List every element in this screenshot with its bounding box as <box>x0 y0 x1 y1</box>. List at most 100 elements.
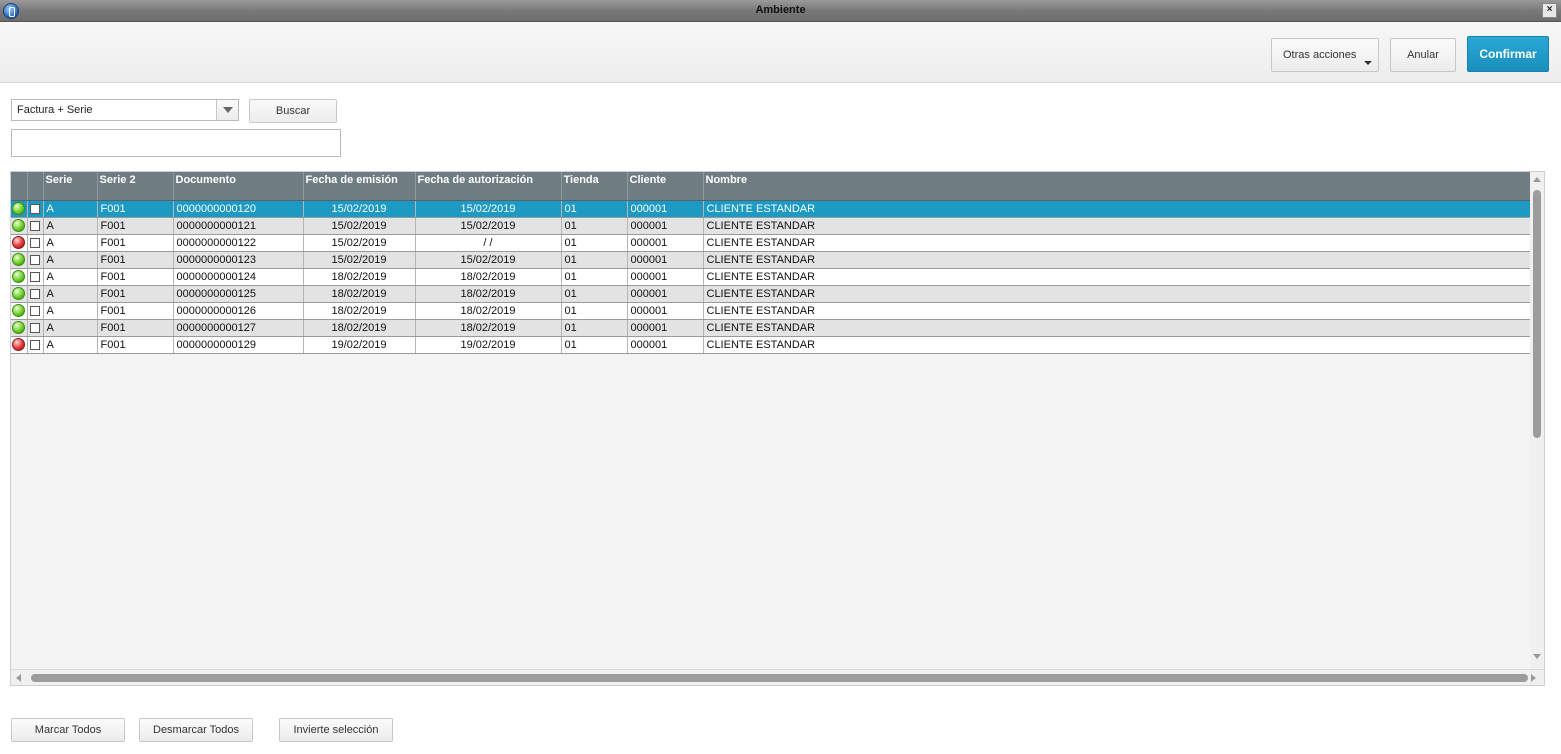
row-checkbox[interactable] <box>30 237 40 248</box>
checkbox-cell[interactable] <box>27 200 44 218</box>
cell-fecha-emision: 15/02/2019 <box>303 234 416 252</box>
cell-fecha-autorizacion: 15/02/2019 <box>415 217 562 235</box>
checkbox-cell[interactable] <box>27 302 44 320</box>
table-header-row: Serie Serie 2 Documento Fecha de emisión… <box>11 172 1531 201</box>
checkbox-cell[interactable] <box>27 285 44 303</box>
cell-cliente: 000001 <box>627 268 704 286</box>
cell-cliente: 000001 <box>627 285 704 303</box>
status-cell <box>11 251 28 269</box>
search-input[interactable] <box>11 129 341 157</box>
invert-selection-button[interactable]: Invierte selección <box>279 718 393 742</box>
column-header-documento[interactable]: Documento <box>173 172 304 201</box>
status-green-icon <box>12 321 26 334</box>
vertical-scrollbar[interactable] <box>1530 172 1544 669</box>
row-checkbox[interactable] <box>30 203 40 214</box>
checkbox-cell[interactable] <box>27 336 44 354</box>
column-header-serie[interactable]: Serie <box>43 172 98 201</box>
search-button[interactable]: Buscar <box>249 99 337 123</box>
other-actions-button[interactable]: Otras acciones <box>1271 38 1379 72</box>
cell-documento: 0000000000127 <box>173 319 304 337</box>
status-green-icon <box>12 304 26 317</box>
column-header-cliente[interactable]: Cliente <box>627 172 704 201</box>
cell-documento: 0000000000121 <box>173 217 304 235</box>
cell-serie2: F001 <box>97 302 174 320</box>
horizontal-scroll-thumb[interactable] <box>31 674 1528 682</box>
cell-serie2: F001 <box>97 251 174 269</box>
mark-all-button[interactable]: Marcar Todos <box>11 718 125 742</box>
cell-serie2: F001 <box>97 200 174 218</box>
cell-documento: 0000000000120 <box>173 200 304 218</box>
column-header-serie2[interactable]: Serie 2 <box>97 172 174 201</box>
row-checkbox[interactable] <box>30 220 40 231</box>
column-header-fecha-emision[interactable]: Fecha de emisión <box>303 172 416 201</box>
status-green-icon <box>12 287 26 300</box>
cell-nombre: CLIENTE ESTANDAR <box>703 285 1531 303</box>
status-cell <box>11 234 28 252</box>
column-header-status[interactable] <box>11 172 28 201</box>
cell-fecha-autorizacion: / / <box>415 234 562 252</box>
table-row[interactable]: A F001 0000000000124 18/02/2019 18/02/2019 01… <box>11 268 1531 286</box>
cell-tienda: 01 <box>561 217 628 235</box>
table-row[interactable]: A F001 0000000000121 15/02/2019 15/02/2019 01… <box>11 217 1531 235</box>
cell-cliente: 000001 <box>627 302 704 320</box>
scroll-left-icon[interactable] <box>16 674 21 682</box>
cell-fecha-emision: 15/02/2019 <box>303 217 416 235</box>
unmark-all-button[interactable]: Desmarcar Todos <box>139 718 253 742</box>
cell-fecha-emision: 18/02/2019 <box>303 319 416 337</box>
cell-tienda: 01 <box>561 285 628 303</box>
status-green-icon <box>12 270 26 283</box>
row-checkbox[interactable] <box>30 271 40 282</box>
table-row[interactable]: A F001 0000000000120 15/02/2019 15/02/2019 01… <box>11 200 1531 218</box>
table-row[interactable]: A F001 0000000000129 19/02/2019 19/02/2019 01… <box>11 336 1531 354</box>
scroll-up-icon[interactable] <box>1533 177 1541 182</box>
cell-serie2: F001 <box>97 268 174 286</box>
row-checkbox[interactable] <box>30 339 40 350</box>
close-icon[interactable]: × <box>1542 3 1557 18</box>
cell-fecha-emision: 18/02/2019 <box>303 302 416 320</box>
cell-cliente: 000001 <box>627 319 704 337</box>
cancel-button[interactable]: Anular <box>1390 38 1456 72</box>
cell-nombre: CLIENTE ESTANDAR <box>703 336 1531 354</box>
cell-fecha-emision: 18/02/2019 <box>303 285 416 303</box>
status-cell <box>11 336 28 354</box>
checkbox-cell[interactable] <box>27 268 44 286</box>
column-header-check[interactable] <box>27 172 44 201</box>
table-row[interactable]: A F001 0000000000126 18/02/2019 18/02/2019 01… <box>11 302 1531 320</box>
table-row[interactable]: A F001 0000000000122 15/02/2019/ /01 000001 C… <box>11 234 1531 252</box>
cell-cliente: 000001 <box>627 234 704 252</box>
dropdown-arrow-icon[interactable] <box>216 100 238 120</box>
checkbox-cell[interactable] <box>27 234 44 252</box>
cell-fecha-autorizacion: 19/02/2019 <box>415 336 562 354</box>
search-order-select[interactable]: Factura + Serie <box>11 99 239 121</box>
cell-serie2: F001 <box>97 285 174 303</box>
cell-serie: A <box>43 251 98 269</box>
title-bar: Ambiente × <box>0 0 1561 22</box>
search-order-value: Factura + Serie <box>17 104 93 116</box>
horizontal-scrollbar[interactable] <box>11 669 1544 685</box>
row-checkbox[interactable] <box>30 254 40 265</box>
cell-nombre: CLIENTE ESTANDAR <box>703 251 1531 269</box>
status-cell <box>11 302 28 320</box>
column-header-fecha-autorizacion[interactable]: Fecha de autorización <box>415 172 562 201</box>
checkbox-cell[interactable] <box>27 251 44 269</box>
scroll-right-icon[interactable] <box>1531 674 1536 682</box>
scroll-down-icon[interactable] <box>1533 654 1541 659</box>
cell-fecha-emision: 15/02/2019 <box>303 200 416 218</box>
table-row[interactable]: A F001 0000000000123 15/02/2019 15/02/2019 01… <box>11 251 1531 269</box>
row-checkbox[interactable] <box>30 322 40 333</box>
checkbox-cell[interactable] <box>27 217 44 235</box>
cell-documento: 0000000000123 <box>173 251 304 269</box>
table-row[interactable]: A F001 0000000000127 18/02/2019 18/02/2019 01… <box>11 319 1531 337</box>
cell-serie2: F001 <box>97 234 174 252</box>
table-row[interactable]: A F001 0000000000125 18/02/2019 18/02/2019 01… <box>11 285 1531 303</box>
column-header-tienda[interactable]: Tienda <box>561 172 628 201</box>
cell-documento: 0000000000124 <box>173 268 304 286</box>
column-header-nombre[interactable]: Nombre <box>703 172 1531 201</box>
vertical-scroll-thumb[interactable] <box>1533 190 1541 438</box>
row-checkbox[interactable] <box>30 305 40 316</box>
checkbox-cell[interactable] <box>27 319 44 337</box>
row-checkbox[interactable] <box>30 288 40 299</box>
cell-tienda: 01 <box>561 336 628 354</box>
confirm-button[interactable]: Confirmar <box>1467 36 1549 72</box>
cell-nombre: CLIENTE ESTANDAR <box>703 319 1531 337</box>
